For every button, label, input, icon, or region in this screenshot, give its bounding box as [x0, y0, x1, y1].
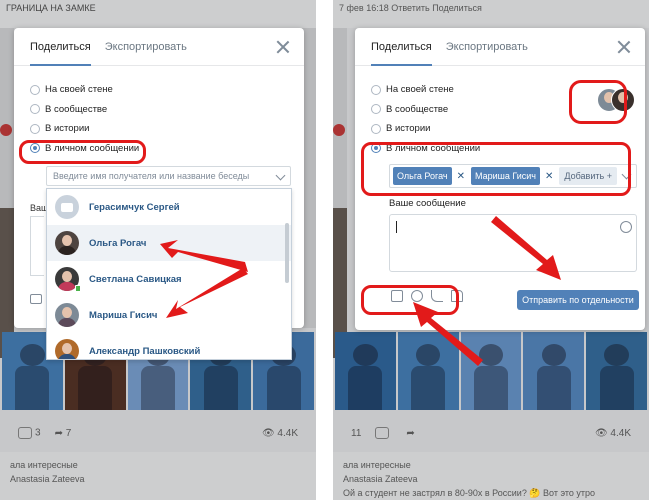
- red-arrow: [160, 240, 248, 272]
- annotation-arrows: [160, 240, 248, 318]
- red-arrow: [413, 302, 483, 366]
- annotation-arrows: [413, 216, 561, 366]
- red-arrow: [166, 268, 248, 318]
- screenshot-left: ГРАНИЦА НА ЗАМКЕ 3 ➦ 7 👁 4.4K ала интере…: [0, 0, 316, 500]
- screenshot-right: 7 фев 16:18 Ответить Поделиться 11 ➦ 👁 4…: [333, 0, 649, 500]
- red-arrow: [491, 216, 561, 280]
